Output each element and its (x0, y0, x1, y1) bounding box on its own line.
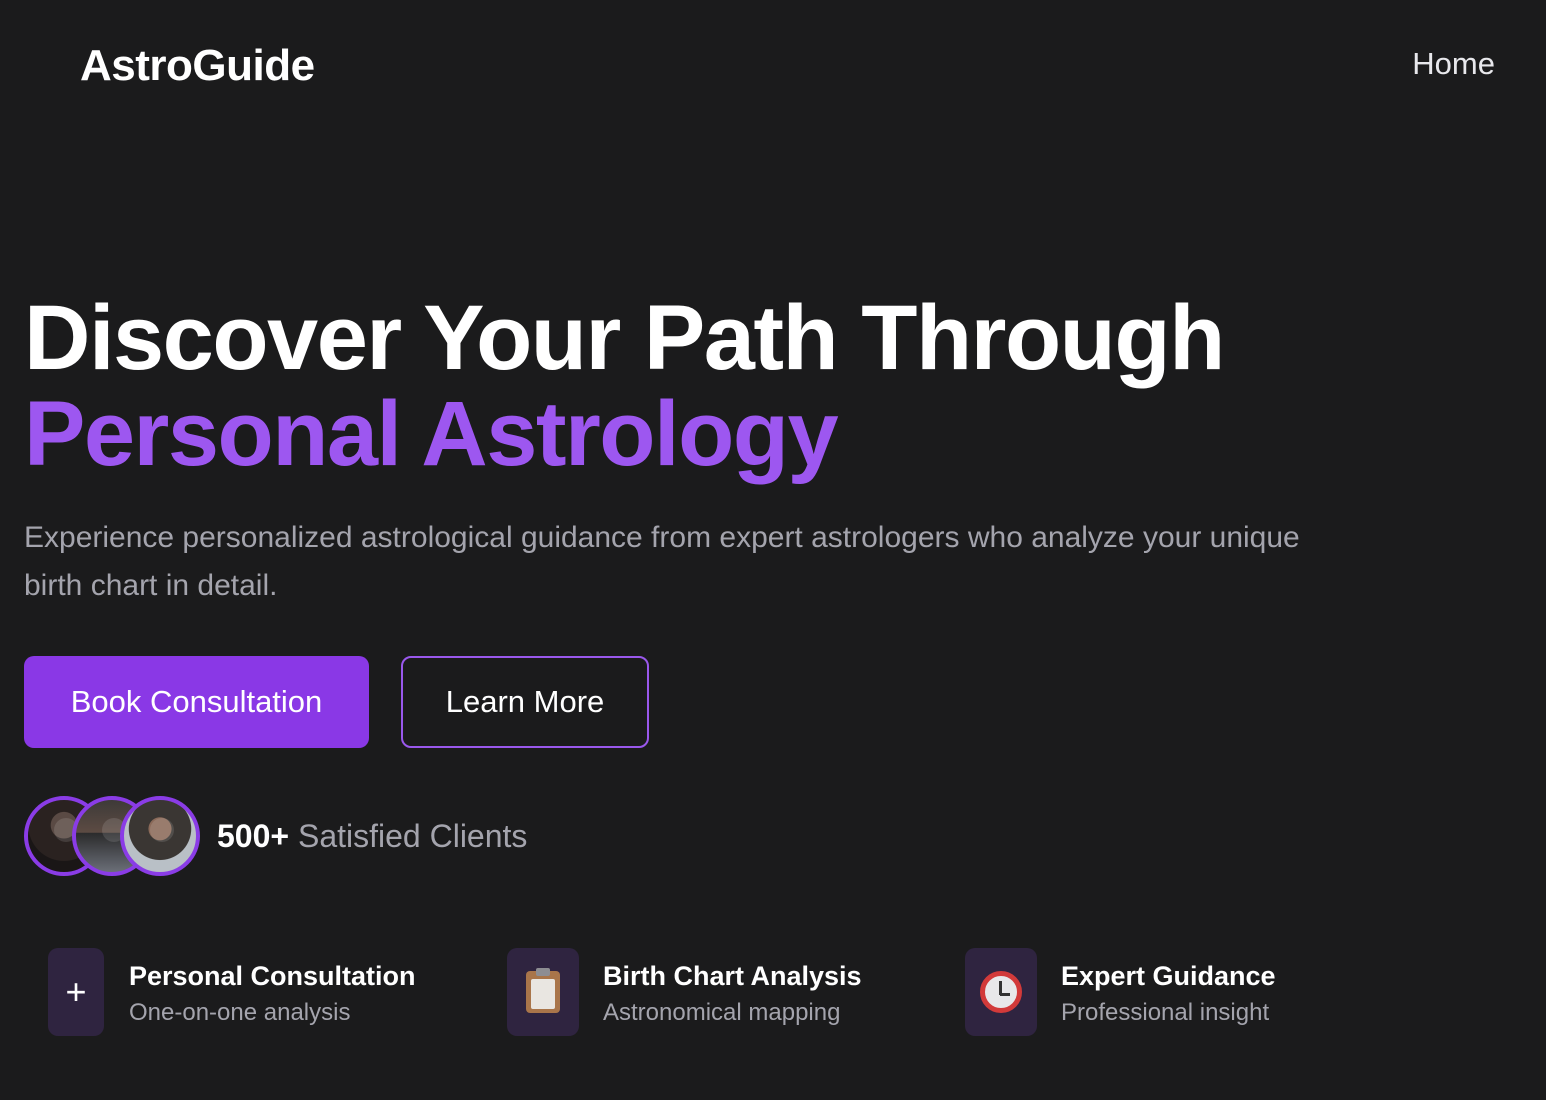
avatar (120, 796, 200, 876)
hero-title-line-1: Discover Your Path Through (24, 287, 1225, 389)
plus-icon: + (48, 948, 104, 1036)
feature-title: Personal Consultation (129, 961, 416, 991)
feature-description: Astronomical mapping (603, 999, 841, 1026)
hero-subtitle: Experience personalized astrological gui… (24, 521, 1300, 602)
site-logo[interactable]: AstroGuide (80, 40, 315, 92)
satisfied-clients: 500+ Satisfied Clients (217, 816, 527, 856)
feature-title: Birth Chart Analysis (603, 961, 862, 991)
client-avatars (24, 796, 204, 876)
feature-title: Expert Guidance (1061, 961, 1276, 991)
landing-page: AstroGuide Home Discover Your Path Throu… (0, 0, 1546, 1100)
book-consultation-button[interactable]: Book Consultation (24, 656, 369, 748)
hero-title-line-2-highlight: Personal Astrology (24, 383, 839, 485)
nav-link-home[interactable]: Home (1412, 44, 1495, 84)
clients-label: Satisfied Clients (297, 818, 528, 854)
clients-count: 500+ (217, 818, 290, 854)
clipboard-icon (507, 948, 579, 1036)
learn-more-button[interactable]: Learn More (401, 656, 649, 748)
alarm-clock-icon (965, 948, 1037, 1036)
feature-description: One-on-one analysis (129, 999, 351, 1026)
hero-title: Discover Your Path Through Personal Astr… (24, 287, 1225, 485)
feature-description: Professional insight (1061, 999, 1270, 1026)
